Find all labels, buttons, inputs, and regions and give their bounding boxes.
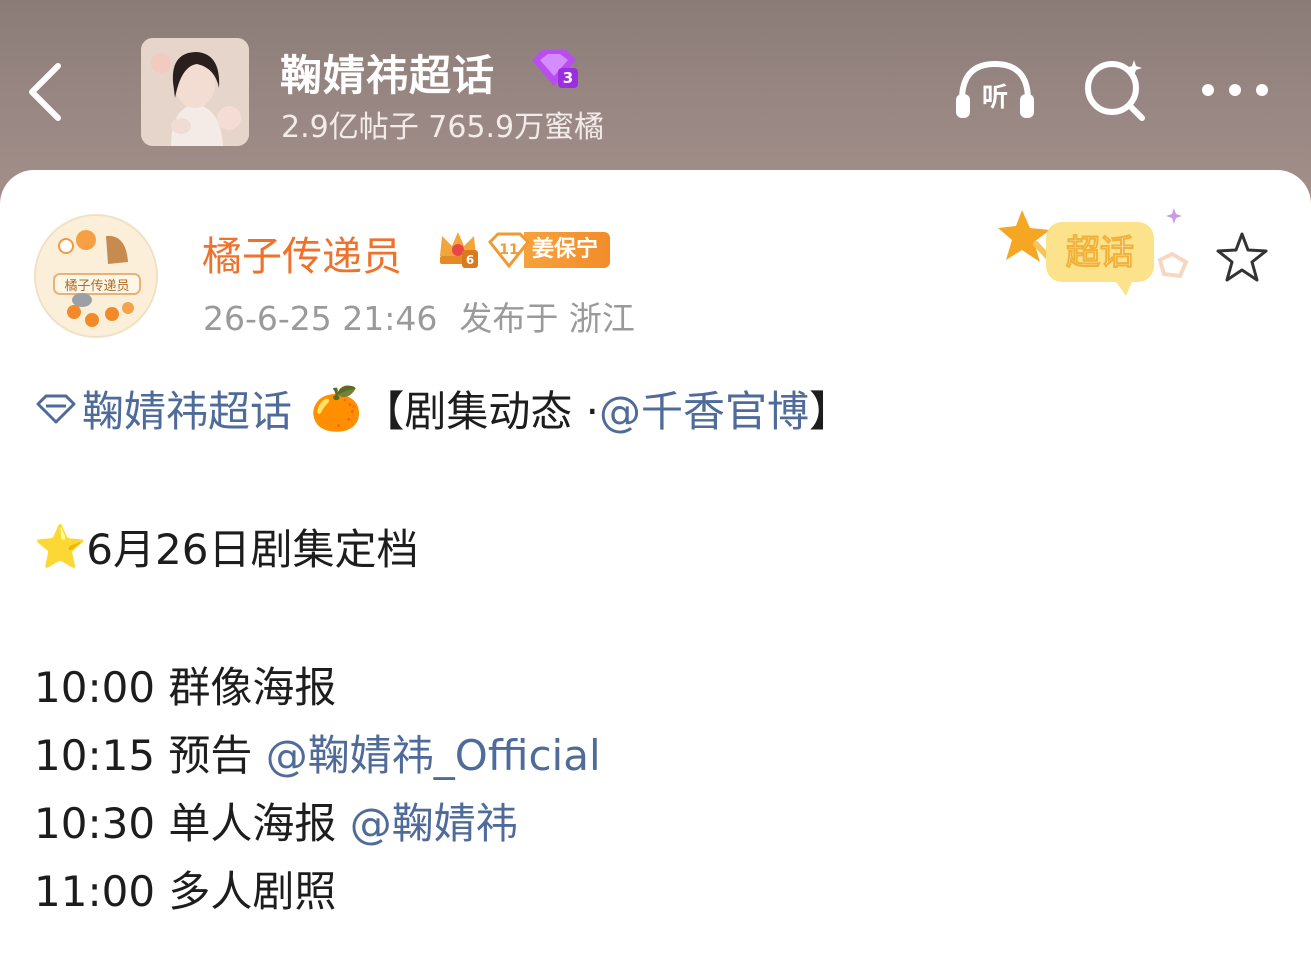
favorite-star-icon[interactable] [1214, 230, 1270, 284]
sticker-text: 超话 [1066, 233, 1134, 273]
schedule-item: 10:15 预告 @鞠婧祎_Official [34, 722, 601, 783]
author-avatar[interactable]: 橘子传递员 [34, 214, 158, 338]
bracket-close: 】 [809, 387, 852, 436]
schedule-label: 群像海报 [168, 663, 337, 712]
post-time: 26-6-25 21:46 [203, 299, 438, 338]
topic-title[interactable]: 鞠婧祎超话 [280, 42, 495, 103]
star-emoji: ⭐ [34, 521, 87, 571]
fan-level-number: 11 [499, 242, 518, 258]
fan-level-icon: 11 [488, 232, 530, 268]
topic-diamond-icon [36, 394, 76, 423]
post-line-1: 鞠婧祎超话 🍊 【剧集动态 · @千香官博 】 [34, 378, 851, 439]
topic-link[interactable]: 鞠婧祎超话 [82, 378, 292, 439]
avatar-illustration: 橘子传递员 [36, 216, 156, 336]
crown-level-number: 6 [466, 253, 474, 267]
schedule-mention[interactable]: @鞠婧祎 [350, 799, 518, 848]
post-location: 发布于 浙江 [459, 299, 635, 338]
crown-level-icon: 6 [440, 232, 478, 268]
fan-group-name: 姜保宁 [524, 232, 611, 268]
schedule-time: 10:30 [34, 799, 156, 848]
avatar-label: 橘子传递员 [64, 278, 129, 294]
listen-label: 听 [982, 83, 1008, 113]
topic-stats: 2.9亿帖子 765.9万蜜橘 [281, 110, 605, 145]
post-line-2: ⭐ 6月26日剧集定档 [34, 516, 418, 577]
chaohua-sticker-icon[interactable]: 超话 [996, 200, 1206, 300]
schedule-item: 10:30 单人海报 @鞠婧祎 [34, 790, 518, 851]
schedule-item: 11:00 多人剧照 [34, 858, 336, 919]
level-number: 3 [563, 69, 573, 87]
post-meta: 26-6-25 21:46 发布于 浙江 [203, 292, 635, 340]
topic-level-badge-icon: 3 [532, 50, 578, 88]
portrait-image [141, 38, 249, 146]
search-icon[interactable] [1082, 56, 1148, 124]
fan-group-badge[interactable]: 11 姜保宁 [488, 232, 611, 268]
schedule-time: 10:15 [34, 731, 156, 780]
tangerine-emoji: 🍊 [310, 383, 363, 433]
schedule-label: 多人剧照 [168, 867, 337, 916]
schedule-label: 单人海报 [168, 799, 337, 848]
topic-avatar[interactable] [141, 38, 249, 146]
schedule-time: 11:00 [34, 867, 156, 916]
back-arrow-icon[interactable] [24, 60, 68, 124]
release-date-text: 6月26日剧集定档 [86, 525, 419, 574]
bracket-heading: 【剧集动态 · [362, 387, 600, 436]
more-options-icon[interactable] [1198, 56, 1272, 124]
schedule-mention[interactable]: @鞠婧祎_Official [266, 731, 601, 780]
schedule-time: 10:00 [34, 663, 156, 712]
schedule-label: 预告 [168, 731, 253, 780]
author-name[interactable]: 橘子传递员 [202, 224, 402, 282]
mention-qianxiang[interactable]: @千香官博 [599, 378, 809, 439]
listen-headphones-icon[interactable]: 听 [952, 56, 1038, 124]
schedule-item: 10:00 群像海报 [34, 654, 336, 715]
